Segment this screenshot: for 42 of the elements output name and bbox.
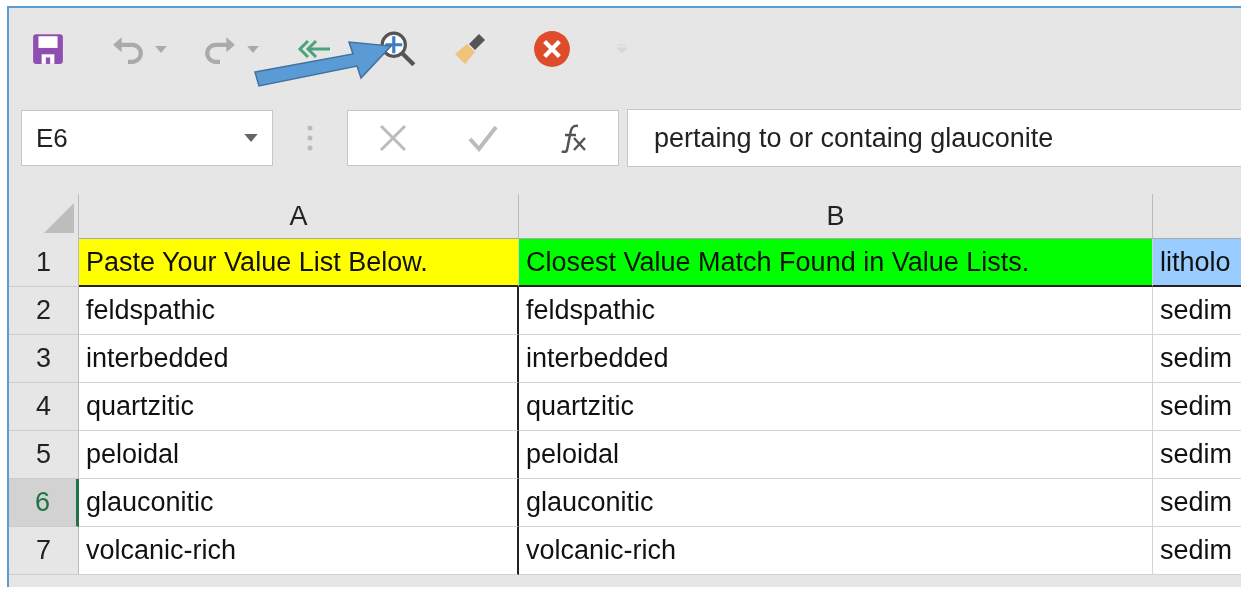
brush-icon[interactable]: [453, 32, 487, 66]
function-icon[interactable]: [558, 123, 588, 153]
name-box[interactable]: E6: [21, 110, 273, 166]
table-cell: glauconitic: [79, 479, 519, 527]
table-cell: sedim: [1153, 431, 1241, 479]
column-header[interactable]: A: [79, 194, 519, 239]
table-cell: sedim: [1153, 335, 1241, 383]
row-header[interactable]: 3: [9, 335, 79, 383]
table-cell: Paste Your Value List Below.: [79, 239, 519, 287]
grip-icon[interactable]: [307, 125, 313, 151]
cancel-icon[interactable]: [378, 123, 408, 153]
row-header[interactable]: 4: [9, 383, 79, 431]
table-cell: volcanic-rich: [79, 527, 519, 575]
table-cell: peloidal: [519, 431, 1153, 479]
formula-field[interactable]: pertaing to or containg glauconite: [627, 109, 1241, 167]
table-cell: interbedded: [79, 335, 519, 383]
table-cell: sedim: [1153, 287, 1241, 335]
row-header[interactable]: 2: [9, 287, 79, 335]
table-cell: glauconitic: [519, 479, 1153, 527]
table-cell: peloidal: [79, 431, 519, 479]
close-icon[interactable]: [533, 30, 571, 68]
table-cell: Closest Value Match Found in Value Lists.: [519, 239, 1153, 287]
table-cell: sedim: [1153, 479, 1241, 527]
table-cell: quartzitic: [519, 383, 1153, 431]
dropdown-caret-icon[interactable]: [244, 134, 258, 142]
double-arrow-icon[interactable]: [295, 39, 333, 59]
table-cell: sedim: [1153, 527, 1241, 575]
table-cell: sedim: [1153, 383, 1241, 431]
table-cell: feldspathic: [79, 287, 519, 335]
check-icon[interactable]: [468, 123, 498, 153]
row-header[interactable]: 5: [9, 431, 79, 479]
column-header[interactable]: B: [519, 194, 1153, 239]
table-cell: volcanic-rich: [519, 527, 1153, 575]
select-all-icon[interactable]: [44, 203, 74, 233]
row-header[interactable]: 1: [9, 239, 79, 287]
table-cell: feldspathic: [519, 287, 1153, 335]
save-icon[interactable]: [31, 32, 65, 66]
table-cell: interbedded: [519, 335, 1153, 383]
table-cell: quartzitic: [79, 383, 519, 431]
table-cell: litholo: [1153, 239, 1241, 287]
row-header[interactable]: 6: [9, 479, 79, 527]
row-header[interactable]: 7: [9, 527, 79, 575]
